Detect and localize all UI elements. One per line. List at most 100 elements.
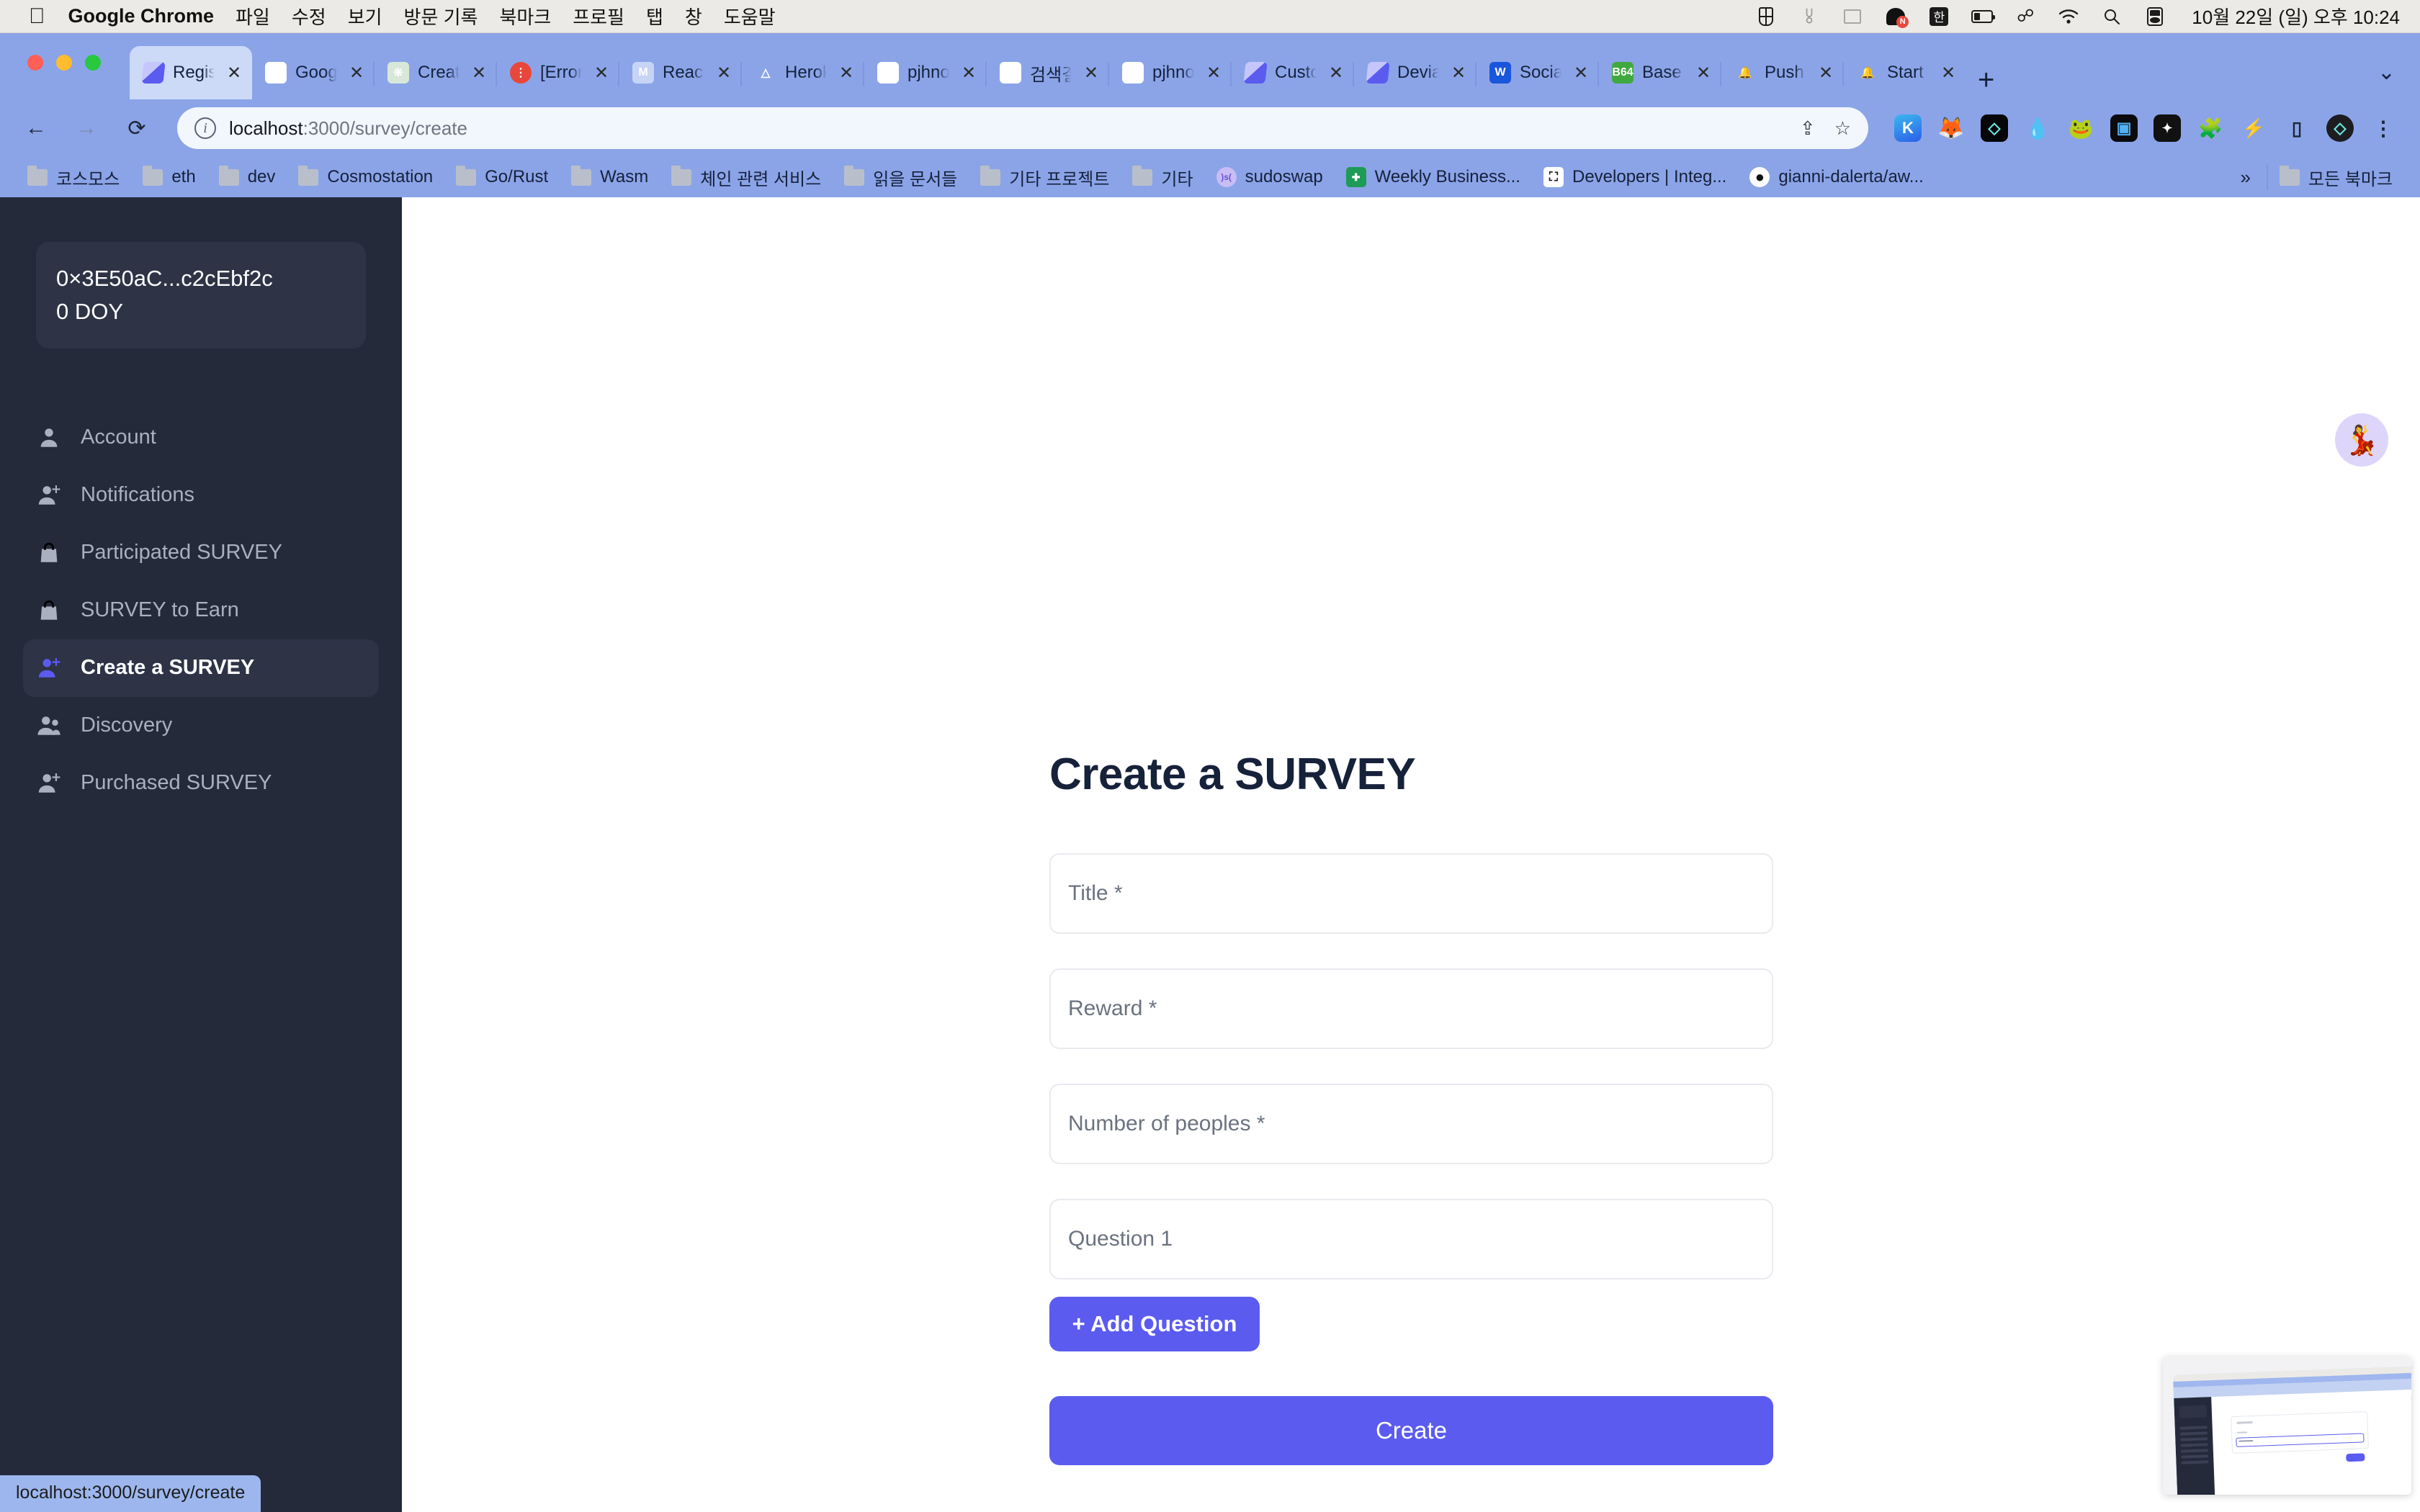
bookmark-item[interactable]: dev bbox=[207, 161, 287, 193]
tab-close-icon[interactable]: ✕ bbox=[1080, 63, 1102, 84]
menubar-item-help[interactable]: 도움말 bbox=[724, 3, 776, 30]
ens-round-extension-icon[interactable]: ◇ bbox=[2326, 114, 2354, 142]
naver-whale-icon[interactable] bbox=[1885, 6, 1909, 28]
argent-extension-icon[interactable]: ✦ bbox=[2154, 114, 2181, 142]
menubar-item-file[interactable]: 파일 bbox=[236, 3, 270, 30]
browser-tab[interactable]: ⋮ [Error ✕ bbox=[496, 46, 619, 99]
sidebar-item-account[interactable]: Account bbox=[23, 409, 379, 467]
bookmark-item[interactable]: ● gianni-dalerta/aw... bbox=[1738, 161, 1935, 193]
bookmark-item[interactable]: 코스모스 bbox=[16, 161, 131, 193]
browser-tab[interactable]: W Socia ✕ bbox=[1475, 46, 1599, 99]
menubar-item-view[interactable]: 보기 bbox=[348, 3, 382, 30]
spotlight-search-icon[interactable] bbox=[2101, 6, 2123, 27]
menubar-item-tab[interactable]: 탭 bbox=[646, 3, 663, 30]
tab-close-icon[interactable]: ✕ bbox=[1448, 63, 1469, 84]
bookmark-item[interactable]: 기타 프로젝트 bbox=[969, 161, 1121, 193]
site-info-icon[interactable]: i bbox=[194, 117, 216, 139]
sidebar-item-survey-to-earn[interactable]: SURVEY to Earn bbox=[23, 582, 379, 639]
bookmark-item[interactable]: ✚ Weekly Business... bbox=[1335, 161, 1532, 193]
tab-close-icon[interactable]: ✕ bbox=[468, 63, 490, 84]
wifi-icon[interactable] bbox=[2058, 6, 2079, 27]
metamask-extension-icon[interactable]: 🦊 bbox=[1937, 114, 1965, 142]
tab-close-icon[interactable]: ✕ bbox=[713, 63, 735, 84]
tab-close-icon[interactable]: ✕ bbox=[1693, 63, 1714, 84]
water-drop-extension-icon[interactable]: 💧 bbox=[2024, 114, 2051, 142]
reward-input[interactable]: Reward * bbox=[1049, 968, 1773, 1049]
leaf-extension-icon[interactable]: ⚡ bbox=[2240, 114, 2267, 142]
reload-button[interactable]: ⟳ bbox=[121, 112, 153, 144]
display-icon[interactable] bbox=[1842, 6, 1863, 27]
sidebar-item-create-a-survey[interactable]: Create a SURVEY bbox=[23, 639, 379, 697]
sidebar-item-discovery[interactable]: Discovery bbox=[23, 697, 379, 755]
screen-recording-thumbnail[interactable] bbox=[2163, 1356, 2411, 1495]
browser-tab[interactable]: Regis ✕ bbox=[130, 46, 252, 99]
apple-logo-icon[interactable]:  bbox=[29, 5, 45, 27]
chrome-menu-icon[interactable]: ⋮ bbox=[2370, 114, 2397, 142]
battery-icon[interactable] bbox=[1971, 6, 1996, 27]
browser-tab[interactable]: ● pjhno ✕ bbox=[1108, 46, 1232, 99]
tab-close-icon[interactable]: ✕ bbox=[591, 63, 612, 84]
title-input[interactable]: Title * bbox=[1049, 853, 1773, 934]
add-question-button[interactable]: + Add Question bbox=[1049, 1297, 1260, 1351]
address-bar[interactable]: i localhost:3000/survey/create ⇪ ☆ bbox=[177, 107, 1868, 149]
star-icon[interactable]: ☆ bbox=[1834, 117, 1851, 140]
browser-tab[interactable]: M React ✕ bbox=[618, 46, 742, 99]
stethoscope-icon[interactable] bbox=[1798, 6, 1820, 27]
new-tab-button[interactable]: + bbox=[1978, 66, 1994, 94]
close-window-button[interactable] bbox=[27, 55, 43, 71]
frog-extension-icon[interactable]: 🐸 bbox=[2067, 114, 2094, 142]
bookmarks-overflow-button[interactable]: » bbox=[2224, 166, 2266, 189]
user-avatar-emoji[interactable]: 💃 bbox=[2335, 413, 2388, 467]
bookmark-item[interactable]: Cosmostation bbox=[287, 161, 444, 193]
menubar-app-name[interactable]: Google Chrome bbox=[68, 5, 215, 27]
forward-button[interactable]: → bbox=[71, 112, 102, 144]
kaikas-extension-icon[interactable]: K bbox=[1894, 114, 1922, 142]
share-icon[interactable]: ⇪ bbox=[1800, 117, 1816, 140]
bookmark-item[interactable]: 읽을 문서들 bbox=[833, 161, 969, 193]
create-button[interactable]: Create bbox=[1049, 1396, 1773, 1465]
back-button[interactable]: ← bbox=[20, 112, 52, 144]
tab-close-icon[interactable]: ✕ bbox=[958, 63, 980, 84]
tab-search-icon[interactable]: ⌄ bbox=[2378, 60, 2396, 85]
all-bookmarks-button[interactable]: 모든 북마크 bbox=[2268, 161, 2404, 193]
sidebar-item-purchased-survey[interactable]: Purchased SURVEY bbox=[23, 755, 379, 812]
browser-tab[interactable]: 🔔 Start ✕ bbox=[1842, 46, 1966, 99]
phantom-wallet-extension-icon[interactable]: ▣ bbox=[2110, 114, 2138, 142]
tab-close-icon[interactable]: ✕ bbox=[1937, 63, 1959, 84]
tab-close-icon[interactable]: ✕ bbox=[1203, 63, 1224, 84]
bookmark-item[interactable]: )s(sudoswap bbox=[1205, 161, 1335, 193]
tab-close-icon[interactable]: ✕ bbox=[1570, 63, 1592, 84]
bookmark-item[interactable]: 체인 관련 서비스 bbox=[660, 161, 833, 193]
question-1-input[interactable]: Question 1 bbox=[1049, 1199, 1773, 1279]
browser-tab[interactable]: B64 Base ✕ bbox=[1597, 46, 1721, 99]
bookmark-item[interactable]: Wasm bbox=[560, 161, 660, 193]
bookmark-item[interactable]: Go/Rust bbox=[444, 161, 560, 193]
tab-close-icon[interactable]: ✕ bbox=[835, 63, 857, 84]
browser-tab[interactable]: Custo ✕ bbox=[1230, 46, 1354, 99]
browser-tab[interactable]: △ Herok ✕ bbox=[740, 46, 864, 99]
control-center-icon[interactable] bbox=[2144, 6, 2166, 27]
sidebar-item-notifications[interactable]: Notifications bbox=[23, 467, 379, 524]
number-of-peoples-input[interactable]: Number of peoples * bbox=[1049, 1084, 1773, 1164]
ens-extension-icon[interactable]: ◇ bbox=[1981, 114, 2008, 142]
sidebar-item-participated-survey[interactable]: Participated SURVEY bbox=[23, 524, 379, 582]
korean-input-icon[interactable]: 한 bbox=[1928, 6, 1950, 27]
bookmark-item[interactable]: 기타 bbox=[1121, 161, 1204, 193]
maximize-window-button[interactable] bbox=[85, 55, 101, 71]
browser-tab[interactable]: ● pjhno ✕ bbox=[863, 46, 987, 99]
wallet-card[interactable]: 0×3E50aC...c2cEbf2c 0 DOY bbox=[36, 242, 366, 348]
grid-icon[interactable] bbox=[1755, 6, 1777, 27]
menubar-item-profiles[interactable]: 프로필 bbox=[573, 3, 624, 30]
tab-close-icon[interactable]: ✕ bbox=[346, 63, 367, 84]
menubar-clock[interactable]: 10월 22일 (일) 오후 10:24 bbox=[2192, 3, 2400, 30]
menubar-item-window[interactable]: 창 bbox=[685, 3, 702, 30]
browser-tab[interactable]: Devia ✕ bbox=[1353, 46, 1476, 99]
browser-tab[interactable]: ❊ Creat ✕ bbox=[373, 46, 497, 99]
bookmark-item[interactable]: eth bbox=[131, 161, 207, 193]
tab-close-icon[interactable]: ✕ bbox=[223, 63, 245, 84]
menubar-item-bookmarks[interactable]: 북마크 bbox=[499, 3, 551, 30]
browser-tab[interactable]: M 검색결 ✕ bbox=[985, 46, 1109, 99]
window-traffic-lights[interactable] bbox=[27, 55, 101, 71]
tab-close-icon[interactable]: ✕ bbox=[1815, 63, 1837, 84]
bluetooth-icon[interactable]: ☍ bbox=[2015, 6, 2036, 27]
